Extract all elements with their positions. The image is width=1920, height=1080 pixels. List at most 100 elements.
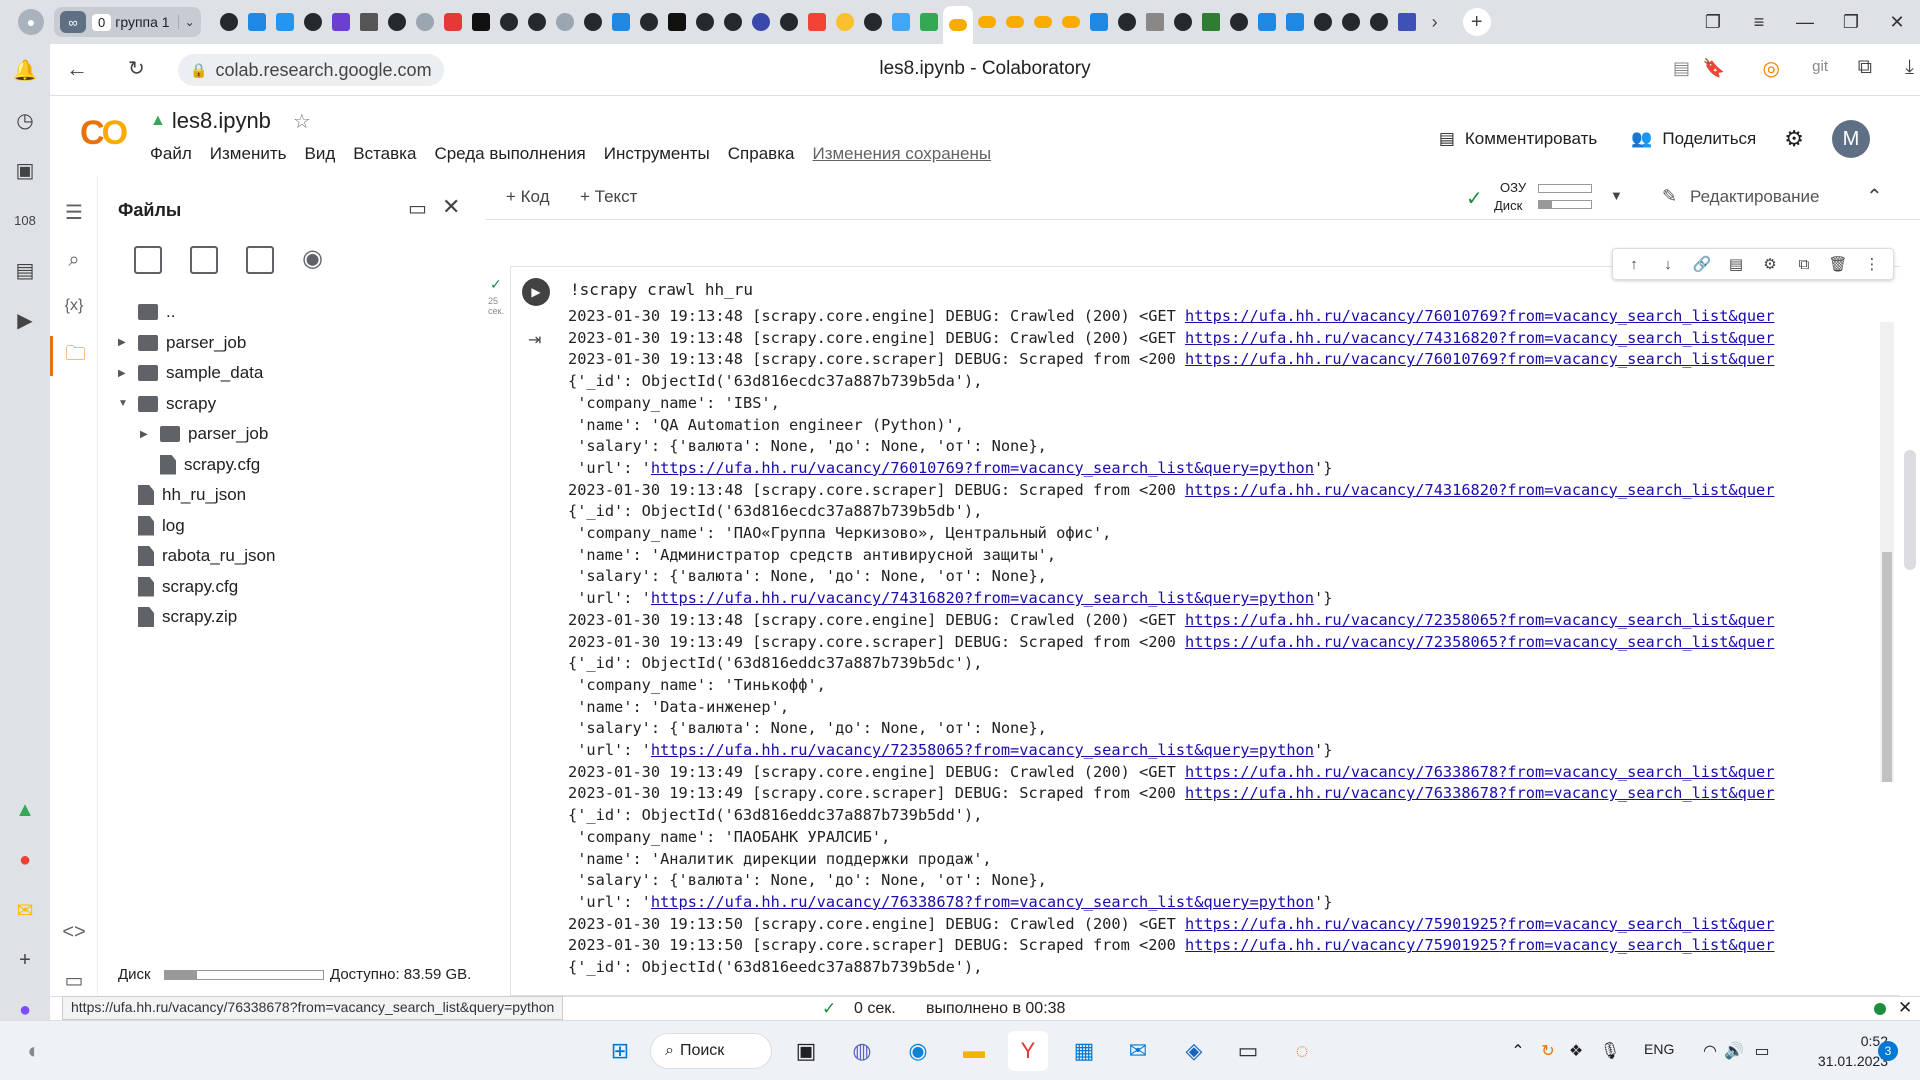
media-icon[interactable]: ▤ — [0, 250, 50, 290]
cube-tab-icon[interactable] — [887, 8, 915, 36]
link-icon[interactable]: 🔗 — [1685, 255, 1719, 273]
github-tab-icon[interactable] — [495, 8, 523, 36]
run-cell-button[interactable]: ▶ — [522, 278, 550, 306]
github-tab-icon[interactable] — [523, 8, 551, 36]
shield-tab-icon[interactable] — [411, 8, 439, 36]
weather-icon[interactable]: ◐ — [14, 1031, 54, 1071]
close-window-icon[interactable]: ✕ — [1874, 0, 1920, 44]
python-tab-icon[interactable] — [831, 8, 859, 36]
code-snippets-icon[interactable]: <> — [50, 912, 98, 952]
menu-edit[interactable]: Изменить — [210, 144, 287, 164]
more-vert-icon[interactable]: ⋮ — [1855, 255, 1889, 273]
file-tree-item[interactable]: scrapy.zip — [118, 607, 237, 627]
medium-tab-icon[interactable] — [467, 8, 495, 36]
mirror-cell-icon[interactable]: ⧉ — [1787, 256, 1821, 273]
github-tab-icon[interactable] — [1169, 8, 1197, 36]
chevron-down-icon[interactable]: ⌄ — [177, 15, 195, 29]
windows-start-icon[interactable]: ⊞ — [600, 1031, 640, 1071]
add-code-button[interactable]: + Код — [506, 187, 550, 207]
menu-insert[interactable]: Вставка — [353, 144, 416, 164]
output-link[interactable]: https://ufa.hh.ru/vacancy/74316820?from=… — [1185, 481, 1774, 499]
menu-file[interactable]: Файл — [150, 144, 192, 164]
upload-icon[interactable] — [134, 246, 162, 274]
search-icon[interactable]: ⌕ — [50, 240, 98, 280]
collapse-toolbar-icon[interactable]: ⌃ — [1866, 184, 1883, 209]
maps-pin-icon[interactable]: ● — [0, 840, 50, 880]
mail-icon[interactable]: ✉ — [1118, 1031, 1158, 1071]
refresh-folder-icon[interactable] — [190, 246, 218, 274]
output-link[interactable]: https://ufa.hh.ru/vacancy/76010769?from=… — [1185, 350, 1774, 368]
github-tab-icon[interactable] — [1309, 8, 1337, 36]
mail-icon[interactable]: ✉ — [0, 890, 50, 930]
menu-view[interactable]: Вид — [304, 144, 335, 164]
comment-icon[interactable]: ▤ — [1719, 255, 1753, 273]
github-tab-icon[interactable] — [299, 8, 327, 36]
share-button[interactable]: Поделиться — [1662, 129, 1756, 149]
output-link[interactable]: https://ufa.hh.ru/vacancy/74316820?from=… — [1185, 329, 1774, 347]
caret-down-icon[interactable]: ▼ — [118, 398, 130, 409]
reader-icon[interactable]: ▤ — [1673, 58, 1690, 79]
output-link[interactable]: https://ufa.hh.ru/vacancy/76010769?from=… — [651, 459, 1314, 477]
output-link[interactable]: https://ufa.hh.ru/vacancy/76010769?from=… — [1185, 307, 1774, 325]
github-tab-icon[interactable] — [1337, 8, 1365, 36]
github-tab-icon[interactable] — [775, 8, 803, 36]
file-tree-item[interactable]: ▼ scrapy — [118, 394, 216, 414]
book-tab-icon[interactable] — [355, 8, 383, 36]
microphone-icon[interactable]: 🎙 — [1590, 1031, 1630, 1071]
caret-right-icon[interactable]: ▶ — [118, 368, 130, 379]
output-link[interactable]: https://ufa.hh.ru/vacancy/74316820?from=… — [651, 589, 1314, 607]
gitzip-icon[interactable]: git — [1812, 58, 1828, 75]
globe-tab-icon[interactable] — [747, 8, 775, 36]
chevron-right-icon[interactable]: › — [1421, 8, 1449, 36]
maximize-panel-icon[interactable]: ▭ — [408, 196, 427, 221]
cell-settings-icon[interactable]: ⚙ — [1753, 255, 1787, 273]
add-icon[interactable]: + — [0, 940, 50, 980]
medium-tab-icon[interactable] — [663, 8, 691, 36]
remote-desktop-icon[interactable]: ▭ — [1228, 1031, 1268, 1071]
bell-icon[interactable]: 🔔 — [0, 50, 50, 90]
comment-button[interactable]: Комментировать — [1465, 129, 1597, 149]
hide-files-icon[interactable]: ◉ — [302, 244, 323, 273]
github-tab-icon[interactable] — [1113, 8, 1141, 36]
teams-icon[interactable]: ◍ — [842, 1031, 882, 1071]
menu-help[interactable]: Справка — [728, 144, 795, 164]
github-tab-icon[interactable] — [579, 8, 607, 36]
profile-avatar-icon[interactable]: ● — [18, 9, 44, 35]
plus-green-tab-icon[interactable] — [1197, 8, 1225, 36]
toc-icon[interactable]: ☰ — [50, 192, 98, 232]
mount-drive-icon[interactable] — [246, 246, 274, 274]
github-tab-icon[interactable] — [383, 8, 411, 36]
tab-group[interactable]: ∞ 0 группа 1 ⌄ — [54, 7, 201, 37]
taskbar-search[interactable]: ⌕ Поиск — [650, 1033, 772, 1069]
folder-icon[interactable]: 🗀 — [50, 336, 98, 376]
user-avatar[interactable]: M — [1832, 120, 1870, 158]
explorer-icon[interactable]: ▬ — [954, 1031, 994, 1071]
calendar-tab-icon[interactable] — [1393, 8, 1421, 36]
status-close-icon[interactable]: ✕ — [1898, 998, 1912, 1018]
move-down-icon[interactable]: ↓ — [1651, 256, 1685, 273]
menu-tools[interactable]: Инструменты — [604, 144, 710, 164]
caret-right-icon[interactable]: ▶ — [140, 429, 152, 440]
tabs-icon[interactable]: ▣ — [0, 150, 50, 190]
menu-icon[interactable]: ≡ — [1736, 0, 1782, 44]
edge-icon[interactable]: ◉ — [898, 1031, 938, 1071]
delete-icon[interactable]: 🗑 — [1821, 255, 1855, 273]
gear-tab-icon[interactable] — [1253, 8, 1281, 36]
colab-tab-icon[interactable] — [1057, 8, 1085, 36]
output-actions-icon[interactable]: ⇥ — [528, 330, 541, 350]
restore-icon[interactable]: ❐ — [1828, 0, 1874, 44]
variables-icon[interactable]: {x} — [50, 286, 98, 326]
gear-tab-icon[interactable] — [1281, 8, 1309, 36]
colab-logo[interactable]: CO — [80, 114, 128, 153]
github-tab-icon[interactable] — [719, 8, 747, 36]
new-tab-icon[interactable]: + — [1462, 8, 1491, 36]
language-indicator[interactable]: ENG — [1644, 1041, 1674, 1057]
gear-tab-icon[interactable] — [607, 8, 635, 36]
extensions-icon[interactable]: ⧉ — [1858, 56, 1872, 79]
add-text-button[interactable]: + Текст — [580, 187, 637, 207]
gear-tab-icon[interactable] — [1085, 8, 1113, 36]
page-scrollbar[interactable] — [1904, 450, 1916, 570]
github-tab-icon[interactable] — [691, 8, 719, 36]
yandex-tab-icon[interactable] — [803, 8, 831, 36]
minimize-icon[interactable]: — — [1782, 0, 1828, 44]
